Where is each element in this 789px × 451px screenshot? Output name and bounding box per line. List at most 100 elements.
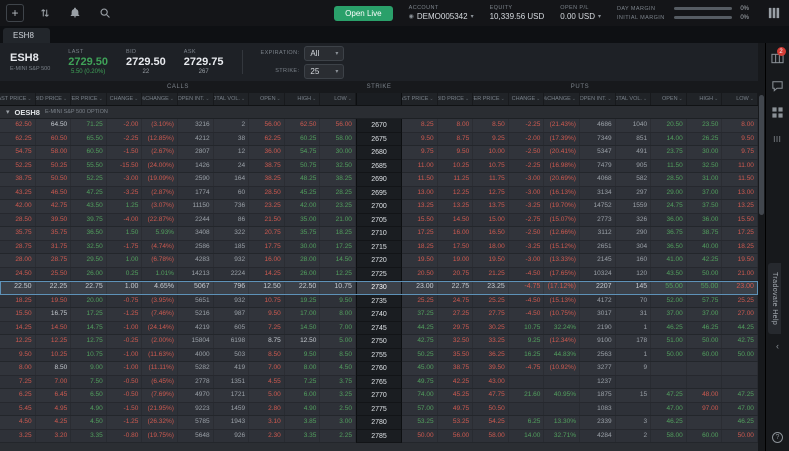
- call-cell[interactable]: 50.75: [285, 160, 321, 173]
- call-cell[interactable]: 5.00: [320, 335, 356, 348]
- put-cell[interactable]: 23.00: [402, 281, 438, 294]
- call-cell[interactable]: 35.00: [285, 214, 321, 227]
- put-cell[interactable]: 1: [616, 322, 652, 335]
- call-cell[interactable]: 4.55: [249, 376, 285, 389]
- call-cell[interactable]: 14.25: [249, 268, 285, 281]
- put-cell[interactable]: 47.00: [722, 403, 758, 416]
- put-cell[interactable]: 18.00: [473, 241, 509, 254]
- call-cell[interactable]: 62.50: [0, 119, 36, 132]
- call-cell[interactable]: 43.50: [71, 200, 107, 213]
- put-cell[interactable]: 23.00: [722, 281, 758, 294]
- call-cell[interactable]: 65.50: [71, 133, 107, 146]
- put-cell[interactable]: [509, 403, 545, 416]
- call-cell[interactable]: 4.50: [320, 362, 356, 375]
- put-cell[interactable]: 12.75: [473, 187, 509, 200]
- put-cell[interactable]: 47.75: [473, 389, 509, 402]
- chain-row[interactable]: 24.5025.5026.000.251.01%14213222414.2526…: [0, 268, 758, 282]
- call-cell[interactable]: 8.00: [320, 308, 356, 321]
- call-cell[interactable]: 20.00: [71, 295, 107, 308]
- put-cell[interactable]: 16.00: [438, 227, 474, 240]
- put-cell[interactable]: 7479: [580, 160, 616, 173]
- call-cell[interactable]: 14.50: [285, 322, 321, 335]
- put-cell[interactable]: 25.25: [722, 295, 758, 308]
- put-cell[interactable]: 9: [616, 362, 652, 375]
- call-cell[interactable]: 9.50: [249, 308, 285, 321]
- column-header[interactable]: LOW⌄: [722, 93, 758, 105]
- call-cell[interactable]: 20.75: [249, 227, 285, 240]
- put-cell[interactable]: 21.25: [473, 268, 509, 281]
- call-cell[interactable]: 10.25: [36, 349, 72, 362]
- put-cell[interactable]: [687, 362, 723, 375]
- put-cell[interactable]: 37.00: [687, 187, 723, 200]
- call-cell[interactable]: (3.95%): [142, 295, 178, 308]
- call-cell[interactable]: 23.25: [320, 200, 356, 213]
- put-cell[interactable]: 14.50: [438, 214, 474, 227]
- put-cell[interactable]: [651, 362, 687, 375]
- put-cell[interactable]: 50.00: [687, 268, 723, 281]
- call-cell[interactable]: 4.50: [0, 416, 36, 429]
- call-cell[interactable]: 28.75: [0, 241, 36, 254]
- put-cell[interactable]: 57.00: [402, 403, 438, 416]
- put-cell[interactable]: 32.50: [438, 335, 474, 348]
- call-cell[interactable]: 62.50: [285, 119, 321, 132]
- put-cell[interactable]: 32.71%: [544, 430, 580, 443]
- put-cell[interactable]: 50.00: [687, 335, 723, 348]
- put-cell[interactable]: 11.50: [722, 173, 758, 186]
- call-cell[interactable]: 8.00: [0, 362, 36, 375]
- put-cell[interactable]: 120: [616, 268, 652, 281]
- chain-row[interactable]: 12.2512.2512.75-0.25(2.00%)1580461988.75…: [0, 335, 758, 349]
- put-cell[interactable]: 27.75: [473, 308, 509, 321]
- put-cell[interactable]: -3.25: [509, 241, 545, 254]
- call-cell[interactable]: 12.50: [249, 281, 285, 294]
- call-cell[interactable]: 5.93%: [142, 227, 178, 240]
- put-cell[interactable]: 42.25: [687, 254, 723, 267]
- put-cell[interactable]: 2773: [580, 214, 616, 227]
- put-cell[interactable]: 160: [616, 254, 652, 267]
- call-cell[interactable]: 3.20: [36, 430, 72, 443]
- put-cell[interactable]: 36.75: [651, 227, 687, 240]
- call-cell[interactable]: -0.25: [107, 335, 143, 348]
- put-cell[interactable]: 145: [616, 281, 652, 294]
- call-cell[interactable]: 62.25: [249, 133, 285, 146]
- call-cell[interactable]: 60: [214, 187, 250, 200]
- call-cell[interactable]: (11.11%): [142, 362, 178, 375]
- put-cell[interactable]: 20.75: [438, 268, 474, 281]
- put-cell[interactable]: 25.25: [402, 295, 438, 308]
- put-cell[interactable]: 13.00: [402, 187, 438, 200]
- put-cell[interactable]: -4.50: [509, 308, 545, 321]
- put-cell[interactable]: 15: [616, 389, 652, 402]
- call-cell[interactable]: 5216: [178, 308, 214, 321]
- put-cell[interactable]: 27.25: [438, 308, 474, 321]
- call-cell[interactable]: -4.00: [107, 214, 143, 227]
- put-cell[interactable]: 58.00: [473, 430, 509, 443]
- call-cell[interactable]: 39.50: [36, 214, 72, 227]
- call-cell[interactable]: 4.95: [36, 403, 72, 416]
- put-cell[interactable]: -2.25: [509, 160, 545, 173]
- call-cell[interactable]: 15.50: [0, 308, 36, 321]
- put-cell[interactable]: 19.50: [473, 254, 509, 267]
- call-cell[interactable]: 60.50: [71, 146, 107, 159]
- put-cell[interactable]: 43.00: [473, 376, 509, 389]
- call-cell[interactable]: 42.00: [0, 200, 36, 213]
- call-cell[interactable]: 1459: [214, 403, 250, 416]
- call-cell[interactable]: 926: [214, 430, 250, 443]
- chain-row[interactable]: 4.504.254.50-1.25(26.32%)578519433.103.8…: [0, 416, 758, 430]
- call-cell[interactable]: 55.50: [71, 160, 107, 173]
- put-cell[interactable]: 50.00: [651, 349, 687, 362]
- call-cell[interactable]: 2.30: [249, 430, 285, 443]
- call-cell[interactable]: (2.00%): [142, 335, 178, 348]
- put-cell[interactable]: 50.00: [402, 430, 438, 443]
- put-cell[interactable]: 40.00: [687, 241, 723, 254]
- put-cell[interactable]: 18.25: [722, 241, 758, 254]
- call-cell[interactable]: 17.75: [249, 241, 285, 254]
- call-cell[interactable]: (12.85%): [142, 133, 178, 146]
- call-cell[interactable]: 52.25: [0, 160, 36, 173]
- put-cell[interactable]: -4.50: [509, 295, 545, 308]
- call-cell[interactable]: 6198: [214, 335, 250, 348]
- call-cell[interactable]: 2.25: [320, 430, 356, 443]
- put-cell[interactable]: 9.25: [509, 335, 545, 348]
- call-cell[interactable]: -0.50: [107, 389, 143, 402]
- call-cell[interactable]: (6.78%): [142, 254, 178, 267]
- call-cell[interactable]: 2244: [178, 214, 214, 227]
- put-cell[interactable]: 9.50: [402, 133, 438, 146]
